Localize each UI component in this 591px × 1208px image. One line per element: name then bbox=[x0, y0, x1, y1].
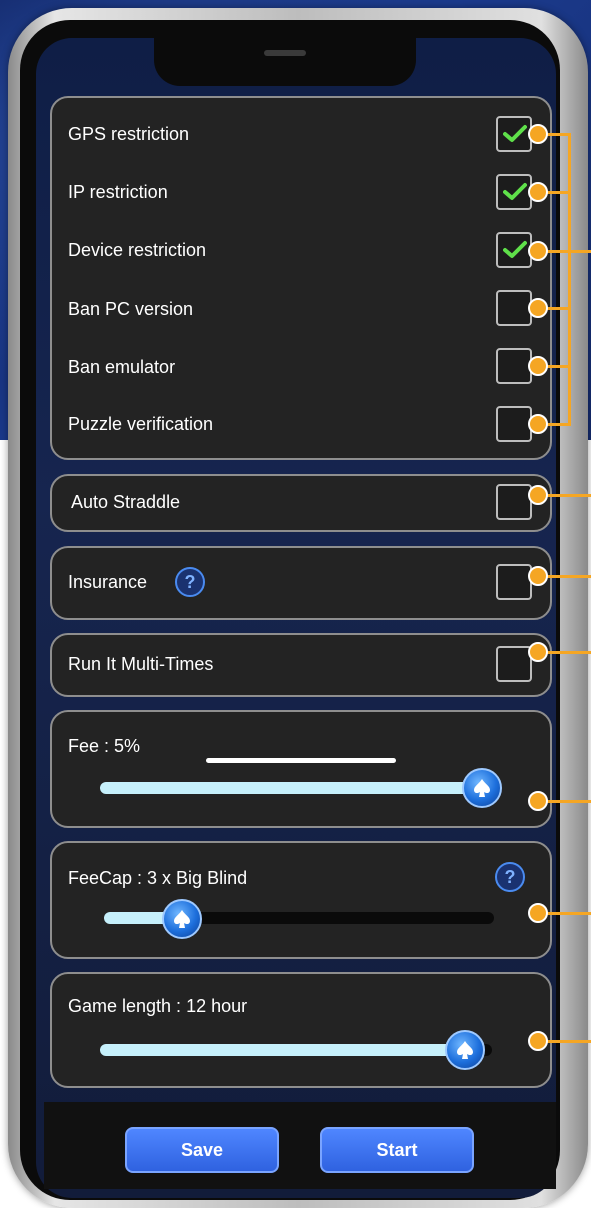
run-it-multi-times-label: Run It Multi-Times bbox=[68, 654, 214, 674]
check-icon bbox=[503, 125, 527, 142]
check-icon bbox=[503, 241, 527, 258]
ip-restriction-checkbox[interactable] bbox=[496, 174, 532, 210]
game-length-slider-fill bbox=[100, 1044, 465, 1056]
fee-cap-label: FeeCap : 3 x Big Blind bbox=[68, 868, 248, 888]
insurance-question-icon[interactable]: ? bbox=[175, 567, 205, 597]
annotation-dot bbox=[528, 903, 548, 923]
annotation-dot bbox=[528, 566, 548, 586]
annotation-dot bbox=[528, 485, 548, 505]
gps-restriction-checkbox[interactable] bbox=[496, 116, 532, 152]
spade-icon bbox=[174, 910, 190, 928]
ban-pc-version-label: Ban PC version bbox=[68, 299, 194, 319]
annotation-dot bbox=[528, 791, 548, 811]
device-restriction-checkbox[interactable] bbox=[496, 232, 532, 268]
annotation-dot bbox=[528, 1031, 548, 1051]
device-restriction-label: Device restriction bbox=[68, 240, 207, 260]
start-button[interactable]: Start bbox=[320, 1127, 474, 1173]
annotation-bracket-vertical bbox=[568, 133, 571, 425]
spade-icon bbox=[456, 1041, 473, 1059]
insurance-label: Insurance bbox=[68, 572, 148, 592]
spade-icon bbox=[474, 779, 491, 797]
auto-straddle-checkbox[interactable] bbox=[496, 484, 532, 520]
fee-divider-bar bbox=[206, 758, 396, 763]
restrictions-panel bbox=[50, 96, 552, 460]
fee-cap-question-icon[interactable]: ? bbox=[495, 862, 525, 892]
speaker-grille bbox=[264, 50, 306, 56]
gps-restriction-label: GPS restriction bbox=[68, 124, 190, 144]
fee-cap-panel bbox=[50, 841, 552, 959]
fee-cap-slider-thumb[interactable] bbox=[162, 899, 202, 939]
fee-slider-thumb[interactable] bbox=[462, 768, 503, 808]
run-it-multi-times-checkbox[interactable] bbox=[496, 646, 532, 682]
ban-pc-version-checkbox[interactable] bbox=[496, 290, 532, 326]
annotation-dot bbox=[528, 642, 548, 662]
ip-restriction-label: IP restriction bbox=[68, 182, 168, 202]
annotation-dot bbox=[528, 414, 548, 434]
annotation-dot bbox=[528, 356, 548, 376]
ban-emulator-checkbox[interactable] bbox=[496, 348, 532, 384]
puzzle-verification-label: Puzzle verification bbox=[68, 414, 214, 434]
save-button[interactable]: Save bbox=[125, 1127, 279, 1173]
check-icon bbox=[503, 183, 527, 200]
annotation-dot bbox=[528, 241, 548, 261]
fee-slider-fill bbox=[100, 782, 483, 794]
game-length-slider-thumb[interactable] bbox=[444, 1030, 485, 1070]
ban-emulator-label: Ban emulator bbox=[68, 357, 176, 377]
game-length-label: Game length : 12 hour bbox=[68, 996, 248, 1016]
phone-notch bbox=[154, 38, 416, 86]
puzzle-verification-checkbox[interactable] bbox=[496, 406, 532, 442]
bottom-action-bar bbox=[44, 1102, 556, 1189]
fee-slider-track[interactable] bbox=[100, 782, 494, 794]
annotation-dot bbox=[528, 182, 548, 202]
game-length-panel bbox=[50, 972, 552, 1088]
auto-straddle-label: Auto Straddle bbox=[71, 492, 181, 512]
fee-label: Fee : 5% bbox=[68, 736, 141, 756]
game-length-slider-track[interactable] bbox=[100, 1044, 492, 1056]
annotation-dot bbox=[528, 298, 548, 318]
insurance-checkbox[interactable] bbox=[496, 564, 532, 600]
annotation-dot bbox=[528, 124, 548, 144]
